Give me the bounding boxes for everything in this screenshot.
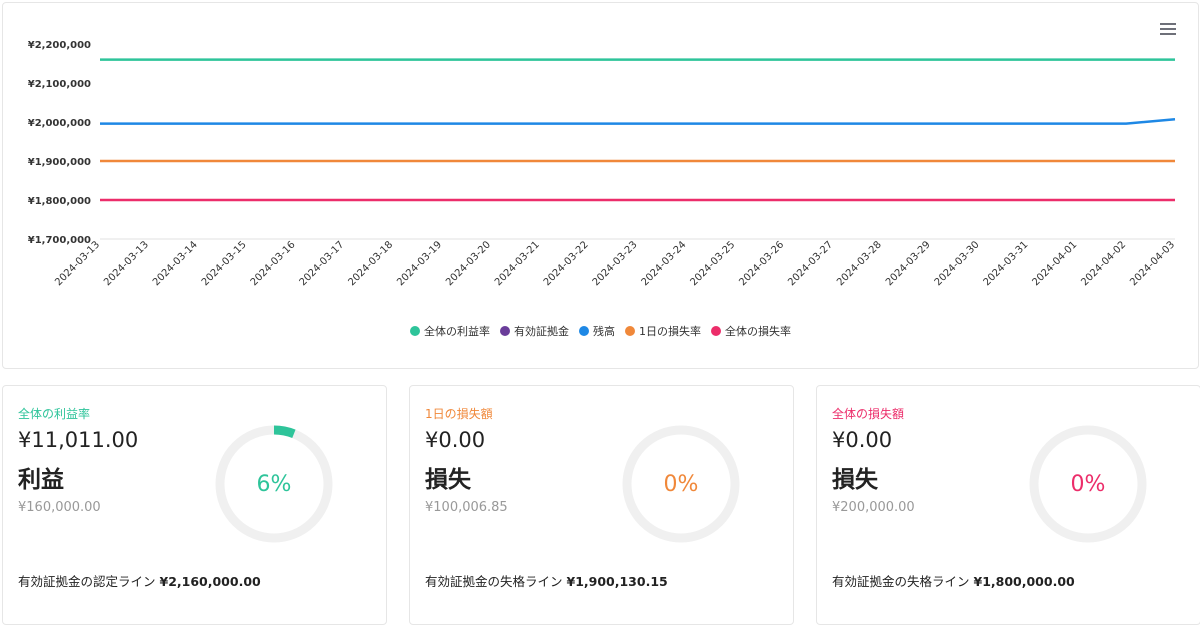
legend-item-daily-loss[interactable]: 1日の損失率 [625, 323, 701, 339]
y-tick-label: ¥2,000,000 [28, 118, 91, 129]
threshold-label: 有効証拠金の失格ライン [425, 574, 563, 589]
y-tick-label: ¥2,100,000 [28, 79, 91, 90]
stat-card-title: 1日の損失額 [425, 407, 493, 421]
y-tick-label: ¥1,700,000 [28, 235, 91, 246]
stat-card-kind: 損失 [425, 467, 471, 493]
x-tick-label: 2024-03-22 [542, 239, 591, 288]
x-tick-label: 2024-03-20 [444, 239, 493, 288]
threshold-value: ¥1,800,000.00 [973, 574, 1075, 589]
progress-percent: 6% [256, 471, 292, 497]
legend-label: 全体の損失率 [725, 325, 791, 338]
x-tick-label: 2024-03-30 [933, 239, 982, 288]
y-tick-label: ¥2,200,000 [28, 40, 91, 51]
legend-item-balance[interactable]: 残高 [579, 323, 615, 339]
legend-dot [711, 326, 721, 336]
stat-card-kind: 損失 [832, 467, 878, 493]
x-tick-label: 2024-03-25 [688, 239, 737, 288]
legend-label: 有効証拠金 [514, 325, 569, 338]
stat-card-daily-loss: 1日の損失額 ¥0.00 損失 ¥100,006.85 0% 有効証拠金の失格ラ… [409, 385, 794, 625]
stat-card-total-loss: 全体の損失額 ¥0.00 損失 ¥200,000.00 0% 有効証拠金の失格ラ… [816, 385, 1200, 625]
legend-dot [579, 326, 589, 336]
hamburger-menu-icon[interactable] [1160, 23, 1176, 37]
series-line [100, 118, 1176, 125]
progress-percent: 0% [1070, 471, 1106, 497]
stat-card-kind: 利益 [18, 467, 64, 493]
stat-card-amount: ¥0.00 [425, 428, 486, 452]
x-tick-label: 2024-03-29 [884, 239, 933, 288]
stat-card-base: ¥160,000.00 [18, 500, 101, 515]
stat-card-threshold: 有効証拠金の認定ライン ¥2,160,000.00 [18, 571, 261, 590]
x-tick-label: 2024-03-15 [200, 239, 249, 288]
legend-dot [500, 326, 510, 336]
y-tick-label: ¥1,900,000 [28, 157, 91, 168]
legend-dot [625, 326, 635, 336]
chart-legend: 全体の利益率 有効証拠金 残高 1日の損失率 全体の損失率 [3, 323, 1198, 339]
legend-dot [410, 326, 420, 336]
x-tick-label: 2024-03-26 [737, 239, 786, 288]
stat-card-amount: ¥11,011.00 [18, 428, 139, 452]
x-tick-label: 2024-03-13 [102, 239, 151, 288]
stat-card-title: 全体の損失額 [832, 407, 905, 421]
stat-card-threshold: 有効証拠金の失格ライン ¥1,900,130.15 [425, 571, 668, 590]
stat-card-total-profit: 全体の利益率 ¥11,011.00 利益 ¥160,000.00 6% 有効証拠… [2, 385, 387, 625]
stat-card-base: ¥200,000.00 [832, 500, 915, 515]
y-tick-label: ¥1,800,000 [28, 196, 91, 207]
x-tick-label: 2024-04-03 [1128, 239, 1177, 288]
x-tick-label: 2024-03-24 [640, 239, 689, 288]
legend-item-total-profit[interactable]: 全体の利益率 [410, 323, 490, 339]
legend-label: 全体の利益率 [424, 325, 490, 338]
x-tick-label: 2024-03-13 [53, 239, 102, 288]
equity-line-chart: ¥2,200,000 ¥2,100,000 ¥2,000,000 ¥1,900,000… [28, 40, 1177, 288]
progress-percent: 0% [663, 471, 699, 497]
x-tick-label: 2024-03-14 [151, 239, 200, 288]
threshold-value: ¥2,160,000.00 [159, 574, 261, 589]
threshold-label: 有効証拠金の認定ライン [18, 574, 156, 589]
threshold-value: ¥1,900,130.15 [566, 574, 668, 589]
stat-card-amount: ¥0.00 [832, 428, 893, 452]
threshold-label: 有効証拠金の失格ライン [832, 574, 970, 589]
x-tick-label: 2024-03-17 [298, 239, 347, 288]
x-tick-label: 2024-03-28 [835, 239, 884, 288]
x-tick-label: 2024-03-19 [395, 239, 444, 288]
x-tick-label: 2024-03-23 [591, 239, 640, 288]
legend-label: 1日の損失率 [639, 325, 701, 338]
x-tick-label: 2024-04-02 [1079, 239, 1128, 288]
equity-chart-card: ¥2,200,000 ¥2,100,000 ¥2,000,000 ¥1,900,000… [2, 2, 1199, 369]
legend-item-total-loss[interactable]: 全体の損失率 [711, 323, 791, 339]
x-tick-label: 2024-04-01 [1031, 239, 1080, 288]
legend-label: 残高 [593, 325, 615, 338]
x-tick-label: 2024-03-21 [493, 239, 542, 288]
stat-card-base: ¥100,006.85 [425, 500, 508, 515]
legend-item-effective-margin[interactable]: 有効証拠金 [500, 323, 569, 339]
x-tick-label: 2024-03-31 [982, 239, 1031, 288]
stat-card-threshold: 有効証拠金の失格ライン ¥1,800,000.00 [832, 571, 1075, 590]
stat-card-title: 全体の利益率 [18, 407, 91, 421]
x-tick-label: 2024-03-16 [249, 239, 298, 288]
x-tick-label: 2024-03-18 [346, 239, 395, 288]
x-tick-label: 2024-03-27 [786, 239, 835, 288]
